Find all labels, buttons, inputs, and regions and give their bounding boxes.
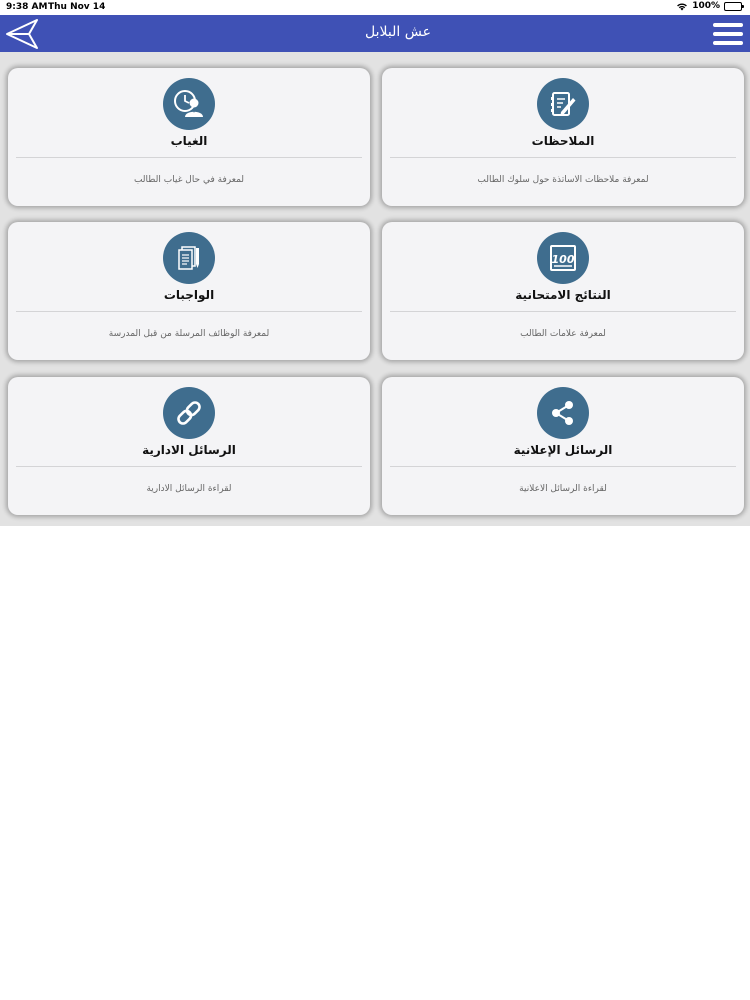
divider — [390, 157, 736, 158]
divider — [16, 311, 362, 312]
dashboard-grid: الملاحظات لمعرفة ملاحظات الاساتذة حول سل… — [0, 52, 750, 526]
card-description: لمعرفة علامات الطالب — [520, 329, 606, 339]
status-indicators: 100% — [676, 1, 744, 11]
hamburger-menu-icon — [713, 23, 743, 45]
card-title: النتائج الامتحانية — [515, 288, 611, 302]
divider — [16, 157, 362, 158]
card-description: لمعرفة الوظائف المرسلة من قبل المدرسة — [108, 329, 270, 339]
status-bar: 9:38 AM Thu Nov 14 100% — [0, 0, 750, 15]
card-homework[interactable]: الواجبات لمعرفة الوظائف المرسلة من قبل ا… — [8, 222, 370, 360]
homework-icon — [163, 232, 215, 284]
share-icon — [537, 387, 589, 439]
divider — [16, 466, 362, 467]
status-time: 9:38 AM — [6, 2, 48, 12]
divider — [390, 311, 736, 312]
wifi-icon — [677, 2, 688, 10]
card-absence[interactable]: الغياب لمعرفة في حال غياب الطالب — [8, 68, 370, 206]
battery-icon — [724, 1, 744, 11]
divider — [390, 466, 736, 467]
card-title: الملاحظات — [531, 134, 595, 148]
link-icon — [163, 387, 215, 439]
svg-text:100: 100 — [552, 253, 575, 266]
card-title: الواجبات — [163, 288, 215, 302]
status-date: Thu Nov 14 — [48, 2, 106, 12]
page-title: عش البلابل — [365, 24, 431, 40]
card-description: لقراءة الرسائل الادارية — [146, 484, 232, 494]
menu-button[interactable] — [712, 20, 744, 48]
exam-results-icon: 100 — [537, 232, 589, 284]
card-title: الرسائل الإعلانية — [513, 443, 613, 457]
card-announcement-messages[interactable]: الرسائل الإعلانية لقراءة الرسائل الاعلان… — [382, 377, 744, 515]
absence-icon — [163, 78, 215, 130]
notes-icon — [537, 78, 589, 130]
card-administrative-messages[interactable]: الرسائل الادارية لقراءة الرسائل الادارية — [8, 377, 370, 515]
card-description: لقراءة الرسائل الاعلانية — [519, 484, 607, 494]
card-description: لمعرفة ملاحظات الاساتذة حول سلوك الطالب — [477, 175, 649, 185]
card-description: لمعرفة في حال غياب الطالب — [133, 175, 245, 185]
card-title: الرسائل الادارية — [142, 443, 236, 457]
card-exam-results[interactable]: 100 النتائج الامتحانية لمعرفة علامات الط… — [382, 222, 744, 360]
battery-percent: 100% — [692, 1, 720, 11]
top-navbar: عش البلابل — [0, 15, 750, 52]
card-notes[interactable]: الملاحظات لمعرفة ملاحظات الاساتذة حول سل… — [382, 68, 744, 206]
card-title: الغياب — [170, 134, 208, 148]
